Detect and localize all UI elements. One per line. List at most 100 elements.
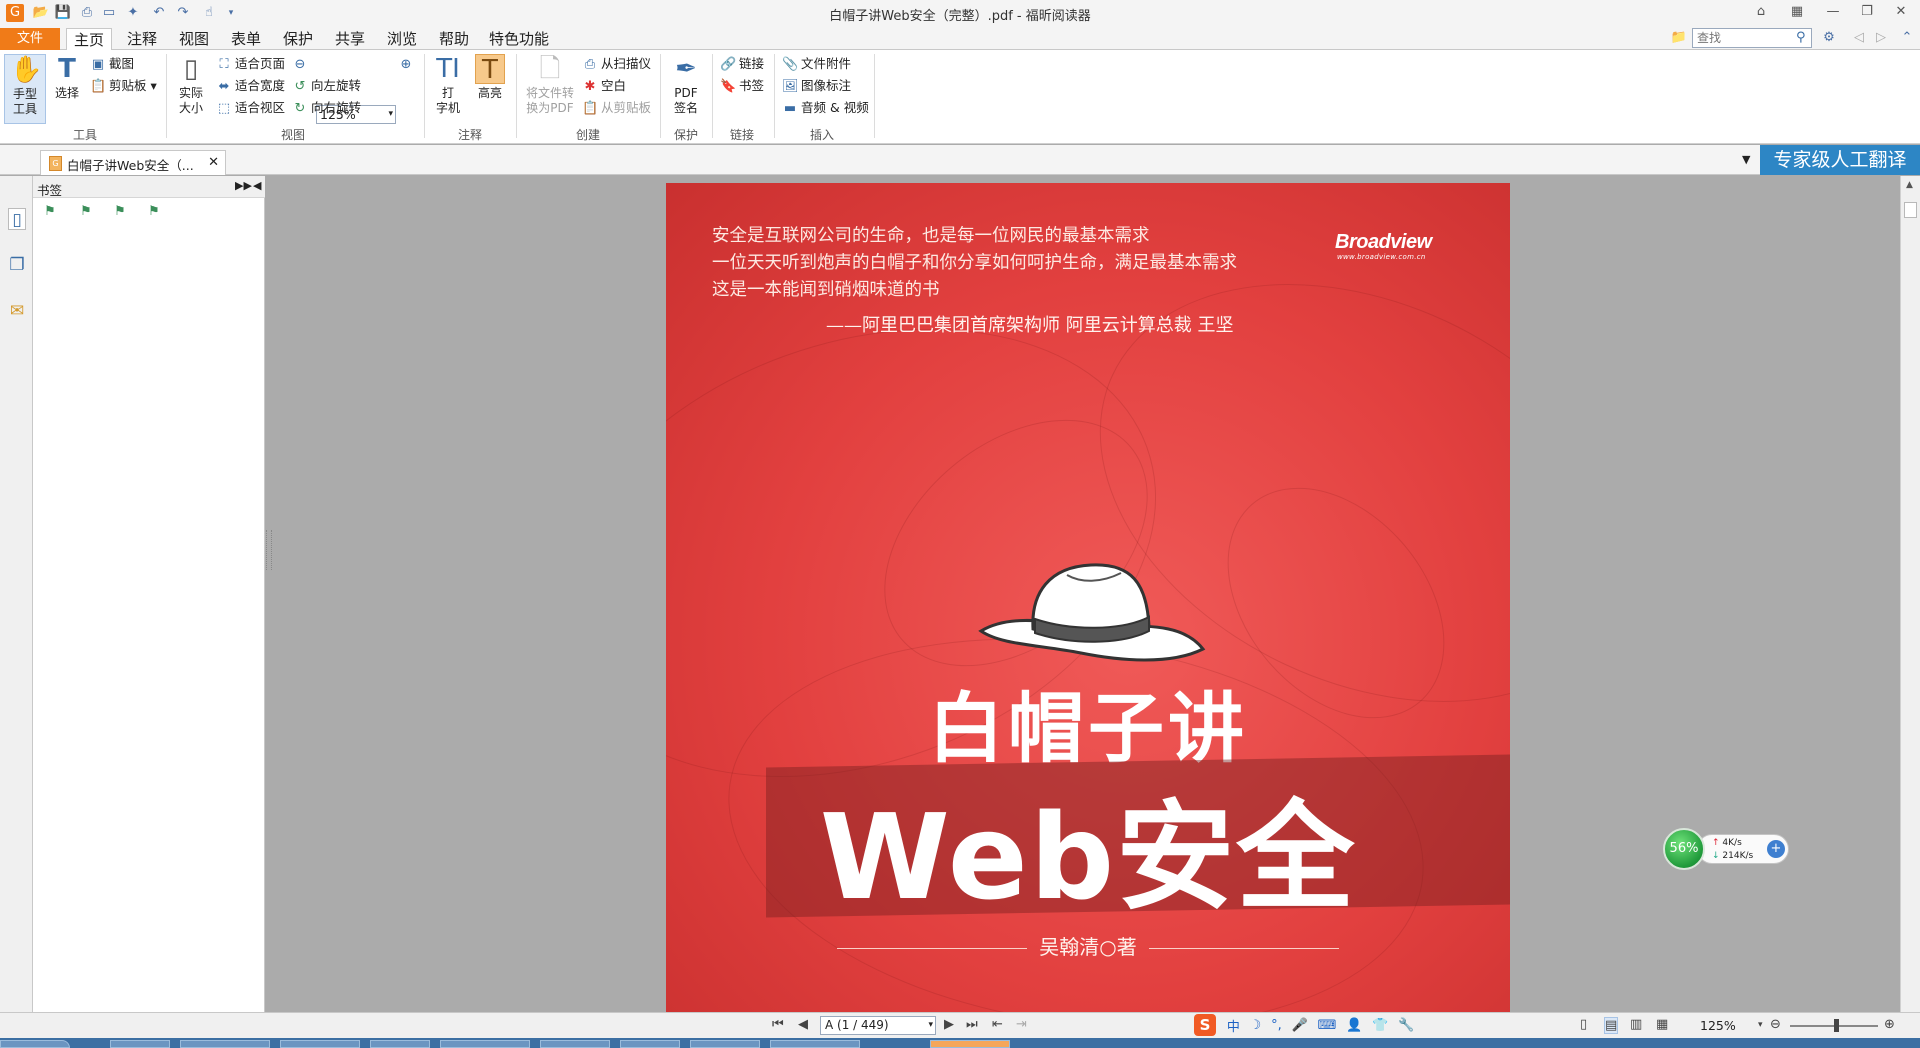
tab-features[interactable]: 特色功能 <box>484 28 554 50</box>
taskbar-app[interactable] <box>280 1040 360 1048</box>
link-button[interactable]: 🔗 链接 <box>720 54 764 74</box>
punctuation-icon[interactable]: ☽ <box>1250 1018 1262 1033</box>
status-zoom-level[interactable]: 125% <box>1700 1018 1736 1033</box>
from-clipboard-button[interactable]: 📋 从剪贴板 <box>582 98 651 118</box>
from-scanner-button[interactable]: ⎙ 从扫描仪 <box>582 54 651 74</box>
zoom-dropdown-icon[interactable]: ▾ <box>1758 1020 1763 1030</box>
taskbar-app[interactable] <box>110 1040 170 1048</box>
zoom-out-icon[interactable]: ⊖ <box>1770 1017 1781 1032</box>
page-number-input[interactable]: A (1 / 449) ▾ <box>820 1016 936 1035</box>
goto-bookmark-icon[interactable]: ⚑ <box>111 204 129 222</box>
tab-view[interactable]: 视图 <box>172 28 216 50</box>
tab-help[interactable]: 帮助 <box>432 28 476 50</box>
panel-resize-handle[interactable] <box>266 530 272 570</box>
minimize-button[interactable]: — <box>1822 3 1844 21</box>
keyboard-icon[interactable]: ⌨ <box>1318 1018 1337 1033</box>
add-bookmark-icon[interactable]: ⚑ <box>77 204 95 222</box>
delete-bookmark-icon[interactable]: ⚑ <box>145 204 163 222</box>
zoom-slider[interactable] <box>1790 1019 1878 1032</box>
highlight-button[interactable]: T 高亮 <box>472 54 508 101</box>
taskbar-app[interactable] <box>540 1040 610 1048</box>
rotate-left-button[interactable]: ↺ 向左旋转 <box>292 76 361 96</box>
fit-width-button[interactable]: ⬌ 适合宽度 <box>216 76 285 96</box>
tab-browse[interactable]: 浏览 <box>380 28 424 50</box>
translate-service-button[interactable]: 专家级人工翻译 <box>1760 145 1920 175</box>
symbol-icon[interactable]: °, <box>1271 1018 1282 1033</box>
search-icon[interactable]: ⚲ <box>1796 30 1806 45</box>
chinese-mode-icon[interactable]: 中 <box>1227 1016 1240 1035</box>
vertical-scrollbar[interactable]: ▲ <box>1900 176 1920 1012</box>
continuous-facing-view-icon[interactable]: ▦ <box>1656 1017 1668 1032</box>
rotate-right-button[interactable]: ↻ 向右旋转 <box>292 98 361 118</box>
previous-page-icon[interactable]: ◀ <box>798 1017 808 1032</box>
network-speed-widget[interactable]: ↑ 4K/s ↓ 214K/s + 56% <box>1663 828 1789 870</box>
input-method-toolbar[interactable]: S 中 ☽ °, 🎤 ⌨ 👤 👕 🔧 <box>1194 1014 1417 1036</box>
select-tool-button[interactable]: T 选择 <box>50 54 84 101</box>
voice-icon[interactable]: 🎤 <box>1292 1018 1308 1033</box>
taskbar-app[interactable] <box>440 1040 530 1048</box>
close-button[interactable]: ✕ <box>1890 3 1912 21</box>
taskbar-app-active[interactable] <box>930 1040 1010 1048</box>
last-page-icon[interactable]: ⏭ <box>966 1017 978 1032</box>
zoom-in-icon[interactable]: ⊕ <box>1884 1017 1895 1032</box>
bookmark-button[interactable]: 🔖 书签 <box>720 76 764 96</box>
taskbar-app[interactable] <box>370 1040 430 1048</box>
layout-icon[interactable]: ▦ <box>1786 3 1808 21</box>
scrollbar-thumb[interactable] <box>1904 202 1917 218</box>
taskbar-app[interactable] <box>180 1040 270 1048</box>
convert-to-pdf-button[interactable]: 🗋 将文件转 换为PDF <box>522 54 578 116</box>
zoom-out-button[interactable]: ⊖ <box>292 54 311 74</box>
typewriter-button[interactable]: TI 打 字机 <box>430 54 466 116</box>
scroll-up-icon[interactable]: ▲ <box>1906 180 1913 190</box>
boost-plus-icon[interactable]: + <box>1767 840 1785 858</box>
blank-button[interactable]: ✱ 空白 <box>582 76 626 96</box>
taskbar-app[interactable] <box>690 1040 760 1048</box>
tools-icon[interactable]: 🔧 <box>1398 1018 1414 1033</box>
single-page-view-icon[interactable]: ▯ <box>1580 1017 1587 1032</box>
tab-comment[interactable]: 注释 <box>120 28 164 50</box>
image-annotation-button[interactable]: 🖼 图像标注 <box>782 76 851 96</box>
comments-panel-icon[interactable]: ✉ <box>8 300 26 322</box>
hand-tool-button[interactable]: ✋ 手型 工具 <box>4 54 46 124</box>
document-tab[interactable]: G 白帽子讲Web安全（... ✕ <box>40 150 226 175</box>
fit-visible-button[interactable]: ⬚ 适合视区 <box>216 98 285 118</box>
facing-view-icon[interactable]: ▥ <box>1630 1017 1642 1032</box>
taskbar-app[interactable] <box>620 1040 680 1048</box>
pdf-sign-button[interactable]: ✒ PDF 签名 <box>666 54 706 116</box>
tab-share[interactable]: 共享 <box>328 28 372 50</box>
expand-bookmark-icon[interactable]: ⚑ <box>41 204 59 222</box>
tab-home[interactable]: 主页 <box>66 28 112 51</box>
zoom-in-button[interactable]: ⊕ <box>398 54 417 74</box>
actual-size-button[interactable]: ▯ 实际 大小 <box>172 54 210 116</box>
restore-button[interactable]: ❐ <box>1856 3 1878 21</box>
collapse-ribbon-icon[interactable]: ⌃ <box>1898 29 1916 47</box>
start-button[interactable] <box>0 1040 70 1048</box>
previous-view-icon[interactable]: ⇤ <box>992 1017 1003 1032</box>
audio-video-button[interactable]: ▬ 音频 & 视频 <box>782 98 869 118</box>
share-window-icon[interactable]: ⌂ <box>1750 3 1772 21</box>
continuous-view-icon[interactable]: ▤ <box>1604 1017 1619 1034</box>
find-folder-icon[interactable]: 📁 <box>1670 29 1688 47</box>
file-attachment-button[interactable]: 📎 文件附件 <box>782 54 851 74</box>
next-view-icon[interactable]: ⇥ <box>1016 1017 1027 1032</box>
bookmarks-panel-icon[interactable]: ▯ <box>8 208 26 230</box>
settings-icon[interactable]: ⚙ <box>1820 29 1838 47</box>
snapshot-button[interactable]: ▣ 截图 <box>90 54 134 74</box>
clipboard-button[interactable]: 📋 剪贴板 ▾ <box>90 76 157 96</box>
back-icon[interactable]: ◁ <box>1850 29 1868 47</box>
next-page-icon[interactable]: ▶ <box>944 1017 954 1032</box>
tab-list-dropdown-icon[interactable]: ▼ <box>1742 153 1750 166</box>
taskbar-app[interactable] <box>770 1040 860 1048</box>
close-tab-icon[interactable]: ✕ <box>208 155 219 170</box>
pages-panel-icon[interactable]: ❐ <box>8 254 26 276</box>
search-input[interactable] <box>1692 28 1812 48</box>
collapse-panel-icon[interactable]: ◀ <box>253 179 261 192</box>
user-icon[interactable]: 👤 <box>1346 1018 1362 1033</box>
zoom-slider-knob[interactable] <box>1834 1019 1839 1032</box>
menu-file[interactable]: 文件 <box>0 28 60 50</box>
first-page-icon[interactable]: ⏮ <box>772 1017 784 1032</box>
fit-page-button[interactable]: ⛶ 适合页面 <box>216 54 285 74</box>
memory-usage-ball[interactable]: 56% <box>1663 828 1705 870</box>
tab-form[interactable]: 表单 <box>224 28 268 50</box>
skin-icon[interactable]: 👕 <box>1372 1018 1388 1033</box>
